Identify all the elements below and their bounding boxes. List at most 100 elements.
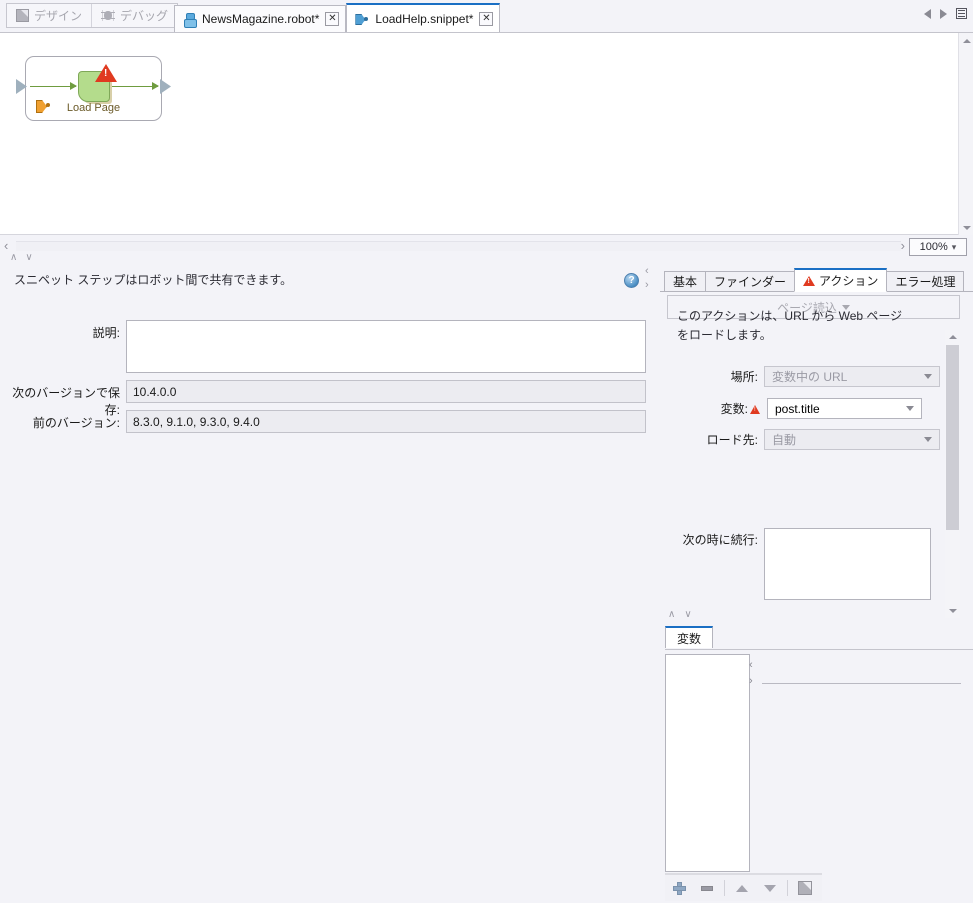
variables-tab-bar: 変数 <box>665 626 713 648</box>
expand-next-button[interactable]: › <box>749 676 753 687</box>
previous-version-label: 前のバージョン: <box>0 410 120 431</box>
save-version-value: 10.4.0.0 <box>126 380 646 403</box>
scrollbar-thumb[interactable] <box>946 345 959 530</box>
scroll-down-button[interactable] <box>959 221 973 235</box>
tab-variables[interactable]: 変数 <box>665 626 713 648</box>
action-pane-scrollbar[interactable] <box>945 330 960 618</box>
move-up-button[interactable] <box>728 876 756 900</box>
mode-button-group: デザイン デバッグ <box>6 3 178 28</box>
step-node-load-page[interactable]: Load Page <box>25 56 162 121</box>
collapse-up-button[interactable]: ∧ <box>668 610 675 620</box>
robot-canvas[interactable]: Load Page <box>0 32 973 235</box>
list-icon[interactable] <box>956 8 967 19</box>
arrow-head-right-icon <box>152 82 159 90</box>
tab-basic[interactable]: 基本 <box>664 271 706 292</box>
design-mode-button[interactable]: デザイン <box>7 4 91 27</box>
design-icon <box>16 9 29 22</box>
canvas-vertical-scrollbar[interactable] <box>958 33 973 236</box>
robot-designer-window: デザイン デバッグ NewsMagazine.robot* ✕ LoadHelp… <box>0 0 973 903</box>
pane-collapse-controls: ‹ › <box>645 266 649 291</box>
add-variable-button[interactable] <box>665 876 693 900</box>
triangle-right-icon[interactable] <box>940 9 947 19</box>
variable-combo[interactable]: post.title <box>767 398 922 419</box>
variables-expand-controls: ‹ › <box>749 660 753 687</box>
chevron-up-icon <box>949 335 957 339</box>
property-tab-bar: 基本 ファインダー アクション エラー処理 <box>664 268 963 292</box>
tab-label: エラー処理 <box>895 273 955 290</box>
remove-variable-button[interactable] <box>693 876 721 900</box>
close-icon[interactable]: ✕ <box>479 12 493 26</box>
warning-triangle-icon <box>95 64 117 82</box>
collapse-left-button[interactable]: ‹ <box>645 266 649 277</box>
debug-mode-button[interactable]: デバッグ <box>91 4 177 27</box>
bug-icon <box>101 9 115 22</box>
document-tab-bar: NewsMagazine.robot* ✕ LoadHelp.snippet* … <box>174 2 500 32</box>
location-combo[interactable]: 変数中の URL <box>764 366 940 387</box>
tab-action[interactable]: アクション <box>794 268 887 292</box>
close-icon[interactable]: ✕ <box>325 12 339 26</box>
snippet-icon <box>355 12 369 25</box>
debug-mode-label: デバッグ <box>120 7 168 24</box>
plus-icon <box>673 882 686 895</box>
tab-error-handling[interactable]: エラー処理 <box>886 271 964 292</box>
warning-triangle-icon <box>803 276 815 286</box>
load-target-combo[interactable]: 自動 <box>764 429 940 450</box>
document-tab-newsmagazine[interactable]: NewsMagazine.robot* ✕ <box>174 5 346 32</box>
variables-list[interactable] <box>665 654 750 872</box>
tab-label: アクション <box>819 272 878 289</box>
load-target-label: ロード先: <box>660 431 758 448</box>
chevron-down-icon <box>764 885 776 892</box>
expand-prev-button[interactable]: ‹ <box>749 660 753 671</box>
collapse-down-button[interactable]: ∨ <box>684 610 691 620</box>
tab-label: 基本 <box>673 273 697 290</box>
variables-tab-underline <box>665 649 973 650</box>
canvas-horizontal-scrollbar[interactable] <box>16 241 901 251</box>
document-tab-loadhelp[interactable]: LoadHelp.snippet* ✕ <box>346 3 500 32</box>
triangle-left-icon[interactable] <box>924 9 931 19</box>
zoom-level-value: 100% <box>920 241 948 253</box>
variables-collapse-controls: ∧ ∨ <box>668 610 692 620</box>
node-label: Load Page <box>26 102 161 114</box>
node-input-port-icon <box>16 79 27 94</box>
snippet-properties-pane: スニペット ステップはロボット間で共有できます。 ‹ › 説明: 次のバージョン… <box>0 262 648 903</box>
scroll-left-button[interactable]: ‹ <box>4 238 8 253</box>
load-target-value: 自動 <box>772 431 796 448</box>
chevron-down-icon <box>963 226 971 230</box>
robot-icon <box>183 13 196 26</box>
tab-nav-controls <box>924 8 967 19</box>
document-tab-label: LoadHelp.snippet* <box>375 12 473 26</box>
edit-variable-button[interactable] <box>791 876 819 900</box>
variables-toolbar <box>665 875 822 901</box>
collapse-right-button[interactable]: › <box>645 280 649 291</box>
help-icon[interactable] <box>624 273 639 288</box>
location-value: 変数中の URL <box>772 368 847 385</box>
top-toolbar: デザイン デバッグ NewsMagazine.robot* ✕ LoadHelp… <box>0 0 973 32</box>
variable-label: 変数: <box>660 400 748 417</box>
continue-when-input[interactable] <box>764 528 931 600</box>
scroll-down-button[interactable] <box>945 604 960 618</box>
chevron-down-icon <box>902 400 917 417</box>
snippet-hint-text: スニペット ステップはロボット間で共有できます。 <box>14 271 292 288</box>
chevron-down-icon <box>920 368 935 385</box>
description-input[interactable] <box>126 320 646 373</box>
minus-icon <box>701 886 713 891</box>
toolbar-divider <box>787 880 788 896</box>
previous-version-value: 8.3.0, 9.1.0, 9.3.0, 9.4.0 <box>126 410 646 433</box>
action-description: このアクションは、URL から Web ページをロードします。 <box>677 307 909 344</box>
arrow-head-left-icon <box>70 82 77 90</box>
chevron-up-icon <box>736 885 748 892</box>
location-label: 場所: <box>660 368 758 385</box>
node-output-port-icon <box>160 79 171 94</box>
scroll-right-button[interactable]: › <box>901 238 905 253</box>
move-down-button[interactable] <box>756 876 784 900</box>
design-mode-label: デザイン <box>34 7 82 24</box>
zoom-level-selector[interactable]: 100% ▾ <box>909 238 967 256</box>
tab-label: 変数 <box>677 630 701 647</box>
scroll-up-button[interactable] <box>959 34 973 48</box>
scroll-up-button[interactable] <box>945 330 960 344</box>
continue-when-label: 次の時に続行: <box>660 528 758 548</box>
tab-finder[interactable]: ファインダー <box>705 271 795 292</box>
lower-area: スニペット ステップはロボット間で共有できます。 ‹ › 説明: 次のバージョン… <box>0 262 973 903</box>
chevron-up-icon <box>963 39 971 43</box>
document-tab-label: NewsMagazine.robot* <box>202 12 319 26</box>
